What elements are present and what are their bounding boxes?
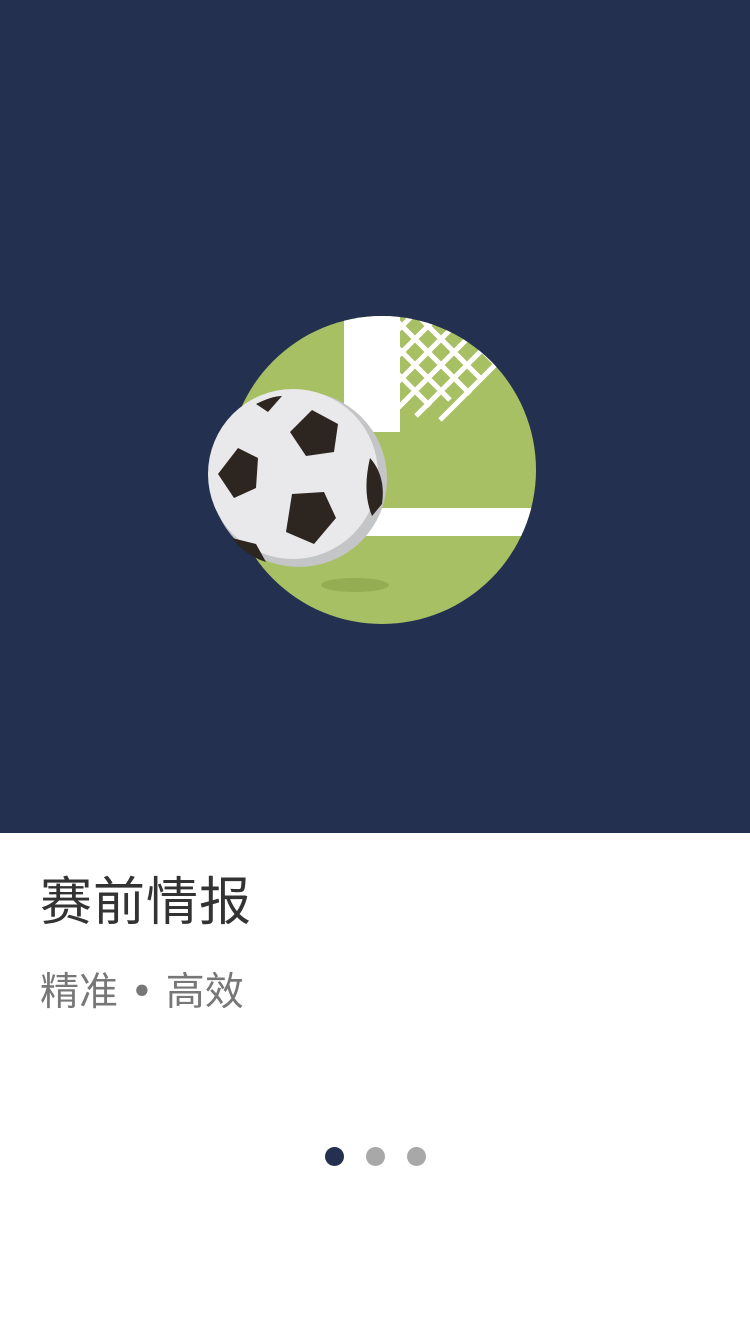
page-dot-2[interactable] xyxy=(365,1146,385,1166)
page-title: 赛前情报 xyxy=(40,873,253,933)
onboarding-screen: 赛前情报 精准 • 高效 xyxy=(0,0,750,1334)
page-dot-1[interactable] xyxy=(324,1146,344,1166)
page-subtitle: 精准 • 高效 xyxy=(40,970,244,1015)
onboarding-content: 赛前情报 精准 • 高效 xyxy=(0,833,750,1334)
soccer-illustration xyxy=(208,316,536,624)
hero-banner xyxy=(0,0,750,833)
page-dot-3[interactable] xyxy=(406,1146,426,1166)
page-indicator xyxy=(0,1144,750,1168)
